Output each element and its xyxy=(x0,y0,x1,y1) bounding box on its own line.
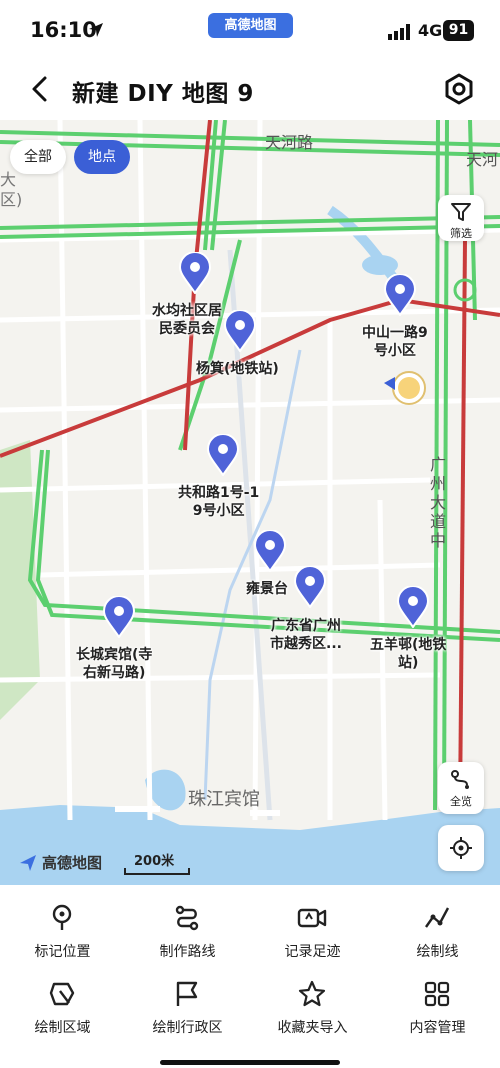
battery-indicator: 91 xyxy=(443,20,474,41)
overview-label: 全览 xyxy=(450,795,472,808)
locate-button[interactable] xyxy=(438,825,484,871)
tool-mark-location[interactable]: 标记位置 xyxy=(0,889,125,969)
star-icon xyxy=(298,980,326,1007)
pin-label: 广东省广州 市越秀区... xyxy=(270,618,342,652)
polyline-icon xyxy=(425,907,450,928)
grid-icon xyxy=(424,981,450,1007)
route-icon xyxy=(175,905,199,931)
segment-control: 全部 地点 xyxy=(0,140,130,174)
filter-label: 筛选 xyxy=(450,227,472,240)
tool-label: 收藏夹导入 xyxy=(277,1020,348,1036)
tool-make-route[interactable]: 制作路线 xyxy=(125,889,250,969)
tool-draw-line[interactable]: 绘制线 xyxy=(375,889,500,969)
amap-logo-icon xyxy=(20,854,36,871)
map-pin[interactable] xyxy=(102,596,136,638)
map-scale: 200米 xyxy=(124,850,190,875)
tool-draw-admin-region[interactable]: 绘制行政区 xyxy=(125,965,250,1045)
status-time: 16:10 xyxy=(30,18,97,42)
road-label-tianhe: 天河路 xyxy=(265,133,314,152)
back-icon[interactable] xyxy=(26,74,56,104)
pin-label: 五羊邨(地铁 站) xyxy=(370,637,447,671)
network-type: 4G xyxy=(418,21,443,40)
pin-label: 共和路1号-1 9号小区 xyxy=(178,485,260,519)
page-title: 新建 DIY 地图 9 xyxy=(72,81,254,107)
tool-import-favorites[interactable]: 收藏夹导入 xyxy=(250,965,375,1045)
tool-record-track[interactable]: 记录足迹 xyxy=(250,889,375,969)
video-record-icon xyxy=(297,908,327,928)
map-pin[interactable] xyxy=(383,274,417,316)
pin-label: 水均社区居 民委员会 xyxy=(152,303,222,337)
pin-label: 雍景台 xyxy=(246,581,288,597)
map-pin[interactable] xyxy=(396,586,430,628)
tool-label: 绘制区域 xyxy=(34,1020,91,1036)
filter-button[interactable]: 筛选 xyxy=(438,195,484,241)
map-pin[interactable] xyxy=(178,252,212,294)
place-label-pearl-hotel: 珠江宾馆 xyxy=(188,789,260,810)
location-arrow-icon xyxy=(89,23,103,37)
header: 新建 DIY 地图 9 xyxy=(0,62,500,120)
road-label-guangzhou-avenue: 广州大道中 xyxy=(430,455,447,550)
road-label-tianhe-right: 天河 xyxy=(466,150,499,169)
tool-label: 记录足迹 xyxy=(284,944,341,960)
flag-icon xyxy=(176,981,198,1006)
tools-panel: 标记位置 制作路线 记录足迹 绘制线 绘制区域 绘制行政区 收藏夹导入 内容管理 xyxy=(0,885,500,1068)
locate-icon xyxy=(450,837,472,859)
tool-label: 内容管理 xyxy=(409,1020,466,1036)
area-icon xyxy=(49,982,75,1006)
map-view[interactable]: 全部 地点 天河路 天河 大 区) 广州大道中 珠江宾馆 筛选 水均社区居 民委员… xyxy=(0,120,500,885)
map-pin[interactable] xyxy=(253,530,287,572)
map-scale-bar xyxy=(124,868,190,875)
road-label-left-b: 区) xyxy=(0,190,23,209)
map-scale-text: 200米 xyxy=(134,854,175,869)
tool-label: 制作路线 xyxy=(159,944,216,960)
pin-label: 中山一路9 号小区 xyxy=(362,325,428,359)
tool-content-manage[interactable]: 内容管理 xyxy=(375,965,500,1045)
overview-button[interactable]: 全览 xyxy=(438,762,484,814)
status-bar: 16:10 高德地图 4G 91 xyxy=(0,0,500,62)
tool-label: 标记位置 xyxy=(34,944,91,960)
signal-icon xyxy=(388,24,410,40)
map-pin[interactable] xyxy=(293,566,327,608)
location-pin-icon xyxy=(52,904,72,930)
map-brand: 高德地图 xyxy=(18,852,102,873)
home-indicator xyxy=(160,1060,340,1065)
pin-label: 杨箕(地铁站) xyxy=(196,361,279,377)
filter-icon xyxy=(451,203,471,221)
map-brand-text: 高德地图 xyxy=(42,854,103,872)
segment-points[interactable]: 地点 xyxy=(74,140,130,174)
settings-icon[interactable] xyxy=(442,72,476,106)
tool-label: 绘制线 xyxy=(416,944,459,960)
app-pill[interactable]: 高德地图 xyxy=(208,13,293,38)
segment-all[interactable]: 全部 xyxy=(10,140,66,174)
tool-draw-area[interactable]: 绘制区域 xyxy=(0,965,125,1045)
map-pin[interactable] xyxy=(206,434,240,476)
tool-label: 绘制行政区 xyxy=(152,1020,223,1036)
route-overview-icon xyxy=(451,770,469,789)
map-pin[interactable] xyxy=(223,310,257,352)
pin-label: 长城宾馆(寺 右新马路) xyxy=(76,647,153,681)
